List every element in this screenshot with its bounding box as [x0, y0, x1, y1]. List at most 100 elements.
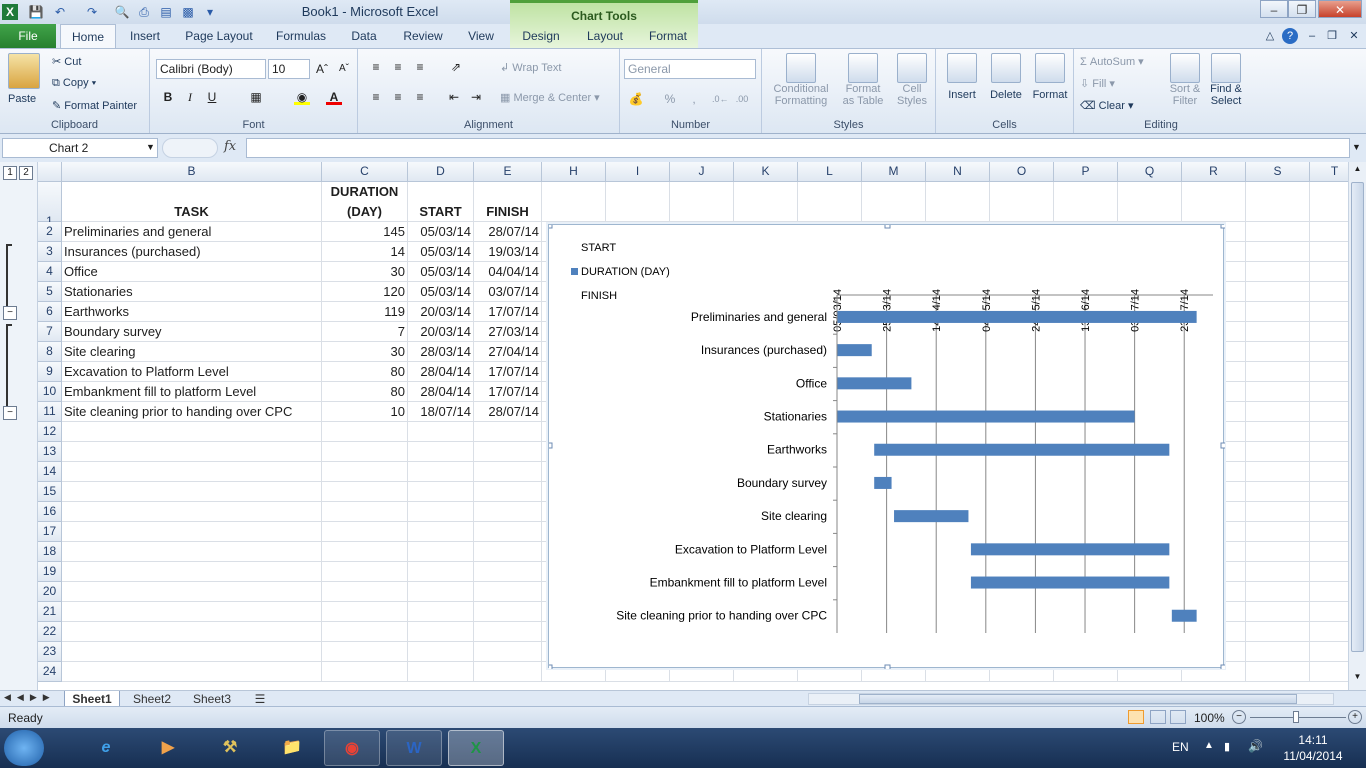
minimize-ribbon-icon[interactable]: △ — [1262, 28, 1278, 44]
outline-level-2[interactable]: 2 — [19, 166, 33, 180]
cell[interactable] — [62, 622, 322, 642]
maximize-button[interactable]: ❐ — [1288, 0, 1316, 18]
duration-cell[interactable]: 10 — [322, 402, 408, 422]
tab-data[interactable]: Data — [342, 24, 386, 48]
cell[interactable] — [474, 602, 542, 622]
cell[interactable] — [62, 602, 322, 622]
header-cell[interactable] — [670, 182, 734, 222]
header-cell[interactable]: TASK — [62, 182, 322, 222]
format-button[interactable]: Format — [1028, 53, 1072, 101]
cell[interactable] — [474, 502, 542, 522]
shrink-font-icon[interactable]: Aˇ — [336, 61, 352, 77]
cell[interactable] — [322, 642, 408, 662]
zoom-slider-thumb[interactable] — [1293, 711, 1299, 723]
row-header[interactable]: 19 — [38, 562, 62, 582]
task-cell[interactable]: Boundary survey — [62, 322, 322, 342]
borders-icon[interactable]: ▦ — [248, 89, 264, 105]
task-cell[interactable]: Embankment fill to platform Level — [62, 382, 322, 402]
cell[interactable] — [408, 642, 474, 662]
task-cell[interactable]: Preliminaries and general — [62, 222, 322, 242]
cell[interactable] — [1246, 562, 1310, 582]
format-as-table-button[interactable]: Format as Table — [836, 53, 890, 107]
row-header[interactable]: 13 — [38, 442, 62, 462]
minimize-button[interactable]: – — [1260, 0, 1288, 18]
header-cell[interactable]: FINISH — [474, 182, 542, 222]
finish-cell[interactable]: 28/07/14 — [474, 222, 542, 242]
cell[interactable] — [62, 542, 322, 562]
bold-button[interactable]: B — [160, 89, 176, 105]
cut-button[interactable]: ✂ Cut — [52, 55, 81, 68]
internet-explorer-icon[interactable]: e — [78, 730, 134, 766]
cell[interactable] — [408, 662, 474, 682]
workbook-close-icon[interactable]: ✕ — [1346, 28, 1362, 44]
formula-input[interactable] — [246, 138, 1350, 158]
column-header-j[interactable]: J — [670, 162, 734, 182]
cell[interactable] — [1246, 262, 1310, 282]
row-header[interactable]: 16 — [38, 502, 62, 522]
start-cell[interactable]: 05/03/14 — [408, 222, 474, 242]
header-cell[interactable] — [926, 182, 990, 222]
finish-cell[interactable]: 17/07/14 — [474, 362, 542, 382]
cell[interactable] — [408, 562, 474, 582]
task-cell[interactable]: Excavation to Platform Level — [62, 362, 322, 382]
column-header-k[interactable]: K — [734, 162, 798, 182]
task-cell[interactable]: Site clearing — [62, 342, 322, 362]
clock-time[interactable]: 14:11 — [1280, 733, 1346, 747]
currency-icon[interactable]: 💰 — [628, 91, 644, 107]
vertical-scroll-thumb[interactable] — [1351, 182, 1364, 652]
cell[interactable] — [1246, 602, 1310, 622]
normal-view-icon[interactable] — [1128, 710, 1144, 724]
row-header[interactable]: 5 — [38, 282, 62, 302]
tab-insert[interactable]: Insert — [120, 24, 170, 48]
row-header[interactable]: 9 — [38, 362, 62, 382]
cell[interactable] — [408, 602, 474, 622]
network-icon[interactable]: ▮ — [1224, 740, 1230, 753]
fill-button[interactable]: ⇩ Fill ▾ — [1080, 77, 1115, 90]
header-cell[interactable] — [606, 182, 670, 222]
insert-function-icon[interactable]: fx — [224, 139, 236, 154]
row-header[interactable]: 7 — [38, 322, 62, 342]
horizontal-scrollbar[interactable] — [808, 693, 1334, 705]
delete-button[interactable]: Delete — [986, 53, 1026, 101]
cell[interactable] — [408, 502, 474, 522]
cell[interactable] — [322, 462, 408, 482]
cell[interactable] — [474, 442, 542, 462]
align-center-icon[interactable]: ≡ — [390, 89, 406, 105]
row-header[interactable]: 18 — [38, 542, 62, 562]
italic-button[interactable]: I — [182, 89, 198, 105]
start-cell[interactable]: 05/03/14 — [408, 262, 474, 282]
header-cell[interactable] — [542, 182, 606, 222]
header-cell[interactable] — [862, 182, 926, 222]
cell[interactable] — [322, 562, 408, 582]
copy-button[interactable]: ⧉ Copy ▾ — [52, 77, 96, 90]
column-header-d[interactable]: D — [408, 162, 474, 182]
orientation-icon[interactable]: ⇗ — [448, 59, 464, 75]
clock-date[interactable]: 11/04/2014 — [1276, 749, 1350, 763]
header-cell[interactable] — [1118, 182, 1182, 222]
cell[interactable] — [1246, 522, 1310, 542]
column-header-e[interactable]: E — [474, 162, 542, 182]
column-header-o[interactable]: O — [990, 162, 1054, 182]
clear-button[interactable]: ⌫ Clear ▾ — [1080, 99, 1134, 112]
cell[interactable] — [322, 662, 408, 682]
align-bottom-icon[interactable]: ≡ — [412, 59, 428, 75]
font-name-combo[interactable]: Calibri (Body) — [156, 59, 266, 79]
finish-cell[interactable]: 19/03/14 — [474, 242, 542, 262]
header-cell[interactable]: DURATION (DAY) — [322, 182, 408, 222]
cell[interactable] — [408, 542, 474, 562]
cell[interactable] — [1246, 462, 1310, 482]
start-cell[interactable]: 20/03/14 — [408, 322, 474, 342]
cell[interactable] — [322, 602, 408, 622]
duration-cell[interactable]: 145 — [322, 222, 408, 242]
column-header-b[interactable]: B — [62, 162, 322, 182]
cell[interactable] — [474, 522, 542, 542]
task-cell[interactable]: Site cleaning prior to handing over CPC — [62, 402, 322, 422]
cell[interactable] — [1246, 302, 1310, 322]
row-header[interactable]: 12 — [38, 422, 62, 442]
insert-button[interactable]: Insert — [942, 53, 982, 101]
help-icon[interactable]: ? — [1282, 28, 1298, 44]
cell[interactable] — [1246, 322, 1310, 342]
workbook-restore-icon[interactable]: ❐ — [1324, 28, 1340, 44]
tab-format[interactable]: Format — [642, 24, 694, 48]
start-button-icon[interactable] — [4, 730, 44, 766]
